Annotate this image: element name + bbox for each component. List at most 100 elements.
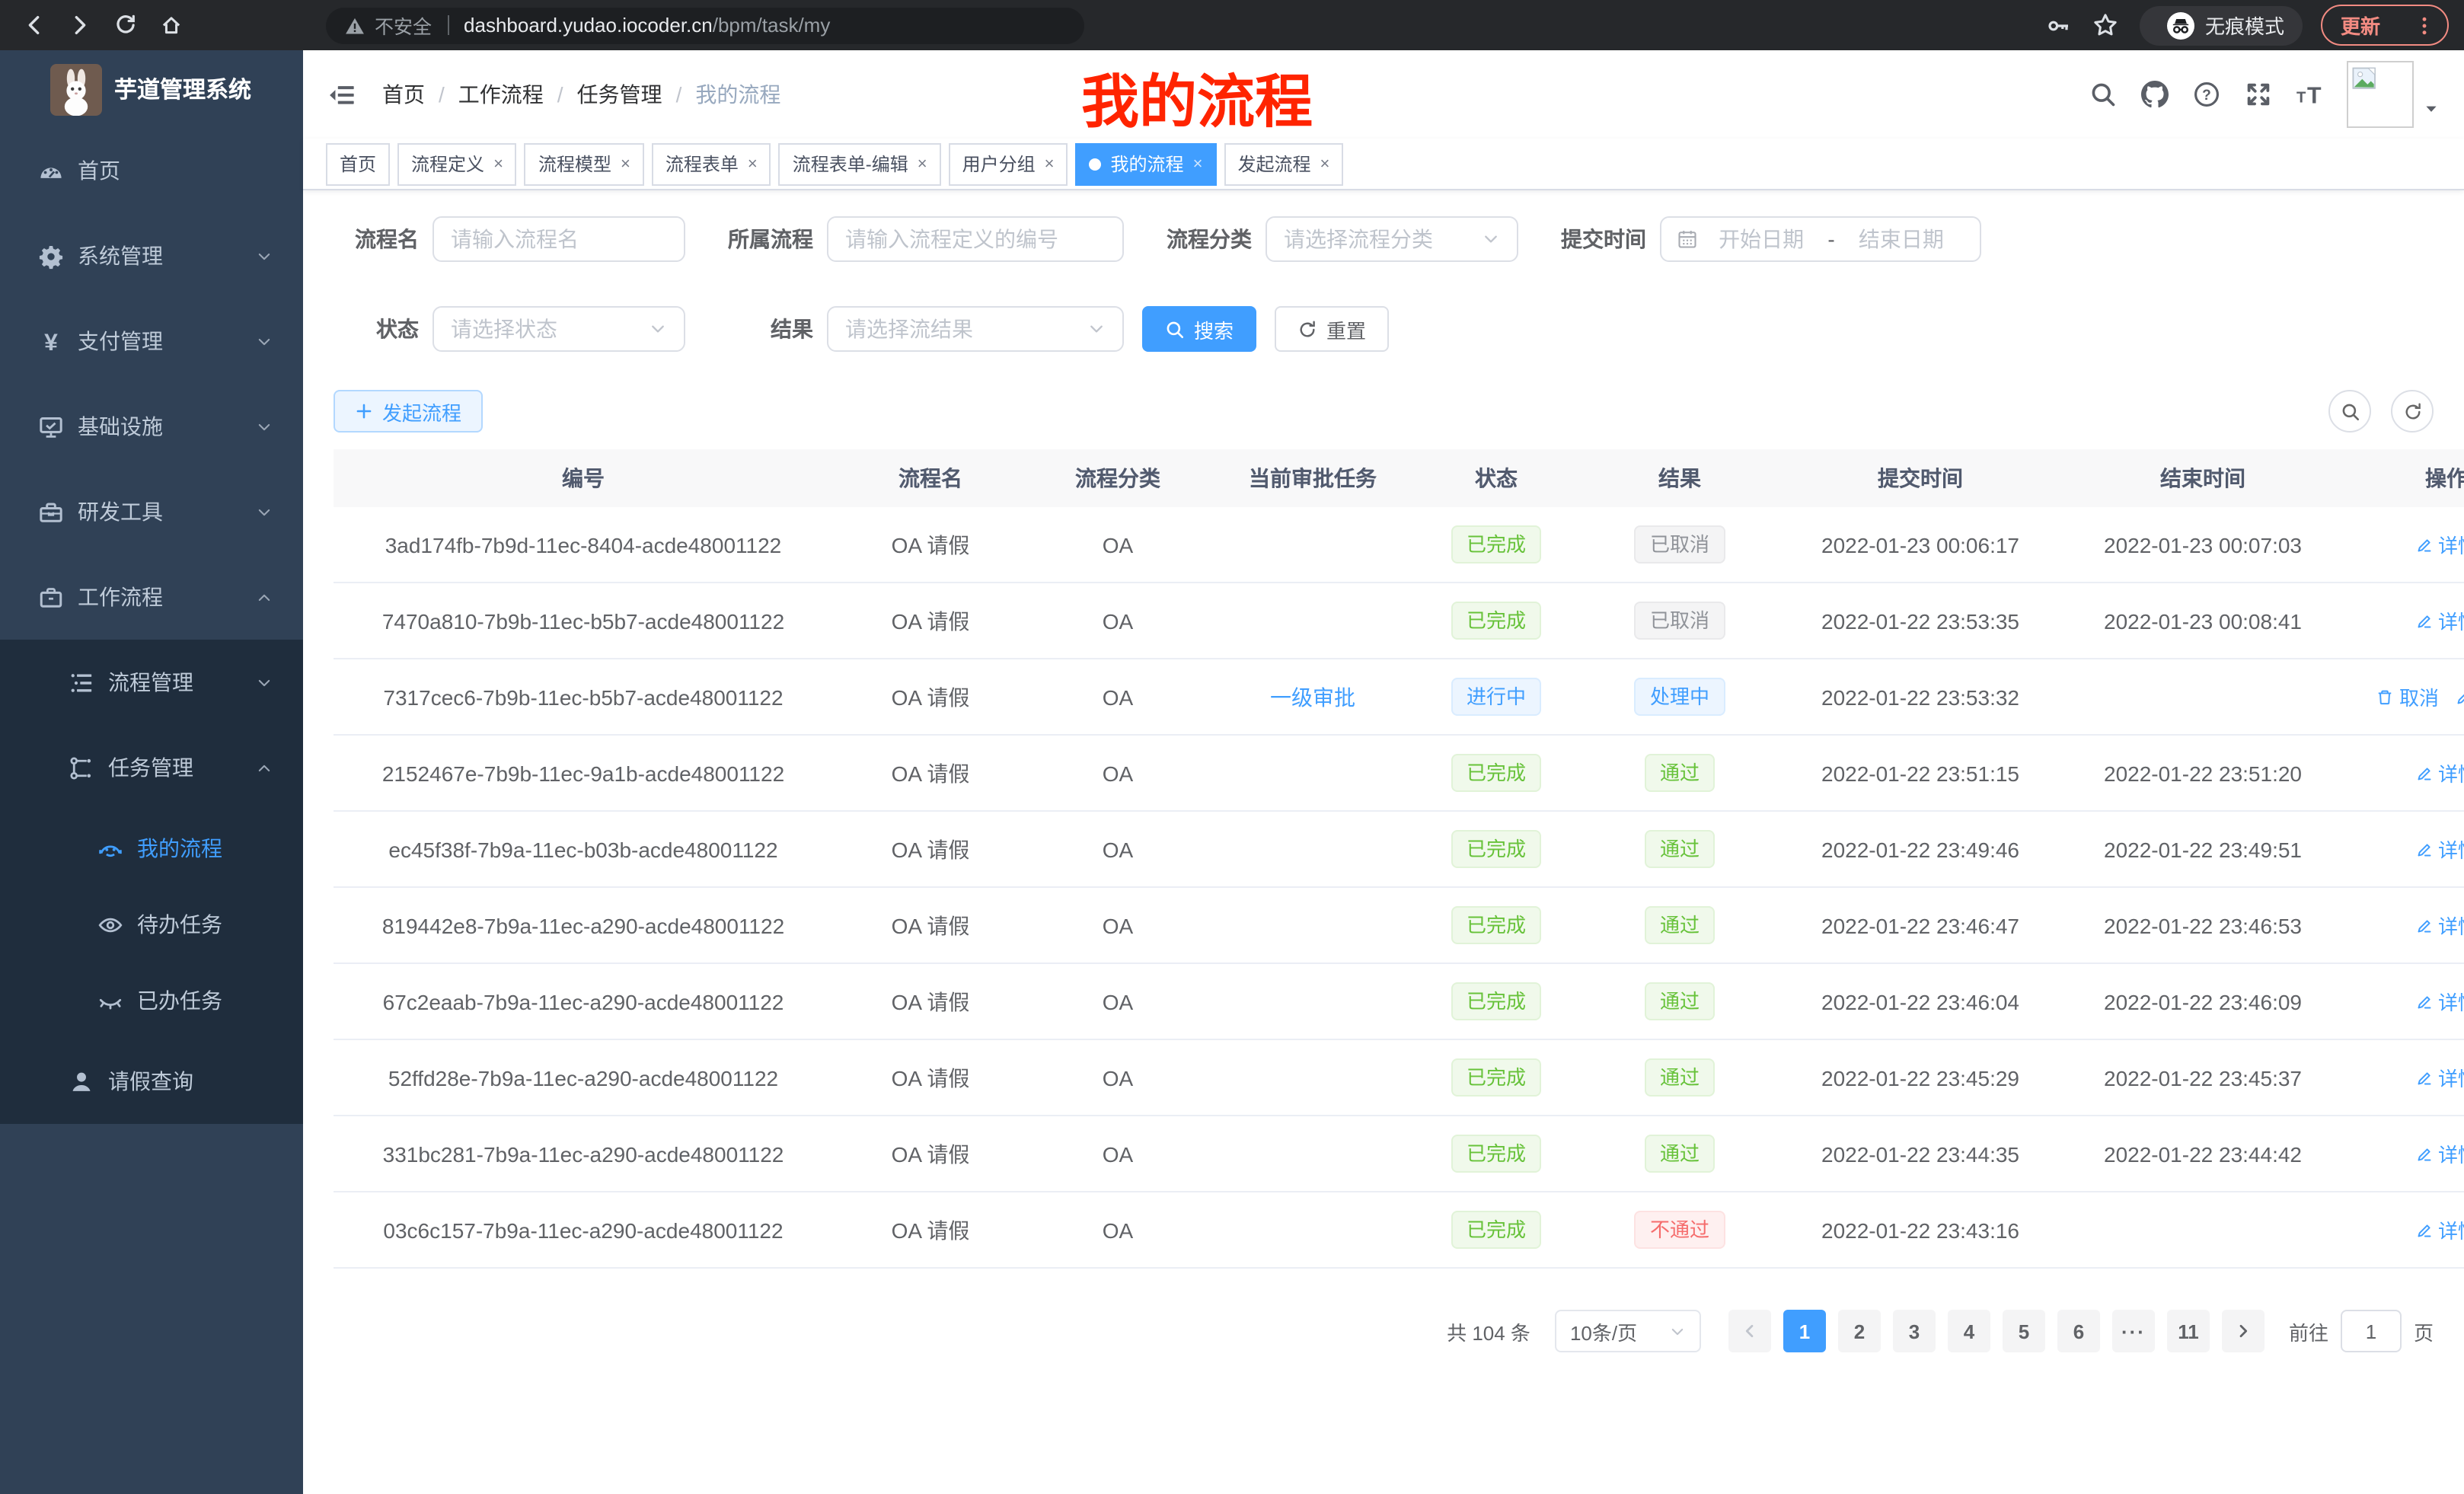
tab-close-icon[interactable]: × [1193,155,1203,173]
page-size-select[interactable]: 10条/页 [1555,1310,1701,1352]
详情-action-link[interactable]: 详情 [2415,1063,2464,1092]
column-header-当前审批任务: 当前审批任务 [1208,449,1418,507]
详情-action-link[interactable]: 详情 [2454,682,2464,711]
header-github-button[interactable] [2137,76,2173,113]
sidebar-item-待办任务[interactable]: 待办任务 [0,886,303,962]
tab-流程表单-编辑[interactable]: 流程表单-编辑× [779,142,941,185]
tab-流程模型[interactable]: 流程模型× [525,142,644,185]
action-label: 详情 [2438,987,2464,1016]
sidebar-item-首页[interactable]: 首页 [0,128,303,213]
chevron-left-icon [1741,1322,1759,1340]
详情-action-link[interactable]: 详情 [2415,1215,2464,1244]
tab-首页[interactable]: 首页 [326,142,390,185]
address-bar[interactable]: 不安全 dashboard.yudao.iocoder.cn/bpm/task/… [326,7,1084,43]
create-process-button[interactable]: 发起流程 [334,390,483,433]
page-ellipsis[interactable]: ··· [2112,1310,2155,1352]
page-button-4[interactable]: 4 [1948,1310,1990,1352]
详情-action-link[interactable]: 详情 [2415,911,2464,940]
forward-button[interactable] [61,6,99,44]
sidebar-item-基础设施[interactable]: 基础设施 [0,384,303,469]
toggle-search-button[interactable] [2328,390,2371,433]
page-button-11[interactable]: 11 [2167,1310,2210,1352]
submit-time-range-picker[interactable]: 开始日期 - 结束日期 [1660,216,1981,262]
tab-我的流程[interactable]: 我的流程× [1076,142,1217,185]
tab-close-icon[interactable]: × [493,155,503,173]
browser-update-button[interactable]: 更新 [2321,5,2449,46]
sidebar-item-我的流程[interactable]: 我的流程 [0,810,303,886]
browser-menu-icon[interactable] [2414,14,2435,36]
sidebar: 芋道管理系统 首页系统管理¥支付管理基础设施研发工具工作流程流程管理任务管理我的… [0,50,303,1494]
sidebar-item-系统管理[interactable]: 系统管理 [0,213,303,298]
page-button-2[interactable]: 2 [1838,1310,1881,1352]
avatar[interactable] [2347,61,2414,128]
sidebar-item-已办任务[interactable]: 已办任务 [0,962,303,1039]
avatar-caret-icon[interactable] [2423,100,2440,117]
tab-close-icon[interactable]: × [918,155,927,173]
详情-action-link[interactable]: 详情 [2415,835,2464,864]
cell-category: OA [1028,1039,1208,1116]
header-help-button[interactable]: ? [2188,76,2225,113]
password-key-icon[interactable] [2047,13,2071,37]
sidebar-item-工作流程[interactable]: 工作流程 [0,554,303,640]
table-row: 3ad174fb-7b9d-11ec-8404-acde48001122OA 请… [334,507,2464,583]
详情-action-link[interactable]: 详情 [2415,987,2464,1016]
tab-用户分组[interactable]: 用户分组 × [949,142,1068,185]
sidebar-item-研发工具[interactable]: 研发工具 [0,469,303,554]
tab-close-icon[interactable]: × [1320,155,1329,173]
result-select[interactable]: 请选择流结果 [827,306,1124,352]
process-name-input[interactable] [432,216,685,262]
reset-button[interactable]: 重置 [1275,306,1389,352]
cell-actions: 详情 [2350,1192,2464,1268]
breadcrumb-item[interactable]: 任务管理 [577,79,662,110]
chevron-down-icon [256,418,273,435]
page-button-5[interactable]: 5 [2003,1310,2045,1352]
cell-current-task [1208,963,1418,1039]
forward-icon [69,14,91,37]
search-button[interactable]: 搜索 [1142,306,1256,352]
详情-action-link[interactable]: 详情 [2415,758,2464,787]
goto-page-input[interactable] [2341,1310,2402,1352]
owner-process-input[interactable] [827,216,1124,262]
refresh-table-button[interactable] [2391,390,2434,433]
tab-close-icon[interactable]: × [621,155,630,173]
sidebar-item-流程管理[interactable]: 流程管理 [0,640,303,725]
category-select[interactable]: 请选择流程分类 [1266,216,1518,262]
header-fontsize-button[interactable]: TT [2292,76,2328,113]
sidebar-item-请假查询[interactable]: 请假查询 [0,1039,303,1124]
详情-action-link[interactable]: 详情 [2415,1139,2464,1168]
详情-action-link[interactable]: 详情 [2415,606,2464,635]
active-tab-dot [1090,158,1102,170]
tab-label: 用户分组 [962,151,1036,177]
sidebar-item-支付管理[interactable]: ¥支付管理 [0,298,303,384]
header-fullscreen-button[interactable] [2240,76,2277,113]
sidebar-toggle-icon[interactable] [327,80,356,109]
app-logo[interactable]: 芋道管理系统 [0,50,303,128]
help-icon: ? [2193,81,2220,108]
page-button-6[interactable]: 6 [2057,1310,2100,1352]
breadcrumb-item[interactable]: 首页 [382,79,425,110]
current-task-link[interactable]: 一级审批 [1270,685,1355,709]
tab-流程定义[interactable]: 流程定义× [397,142,517,185]
breadcrumb-item[interactable]: 工作流程 [458,79,544,110]
tab-发起流程[interactable]: 发起流程× [1224,142,1343,185]
home-button[interactable] [152,6,190,44]
status-select[interactable]: 请选择状态 [432,306,685,352]
header-search-button[interactable] [2085,76,2121,113]
prev-page-button[interactable] [1728,1310,1771,1352]
cell-actions: 详情 [2350,963,2464,1039]
cell-result: 不通过 [1575,1192,1785,1268]
tab-流程表单[interactable]: 流程表单× [652,142,771,185]
取消-action-link[interactable]: 取消 [2376,682,2439,711]
back-button[interactable] [15,6,53,44]
详情-action-link[interactable]: 详情 [2415,530,2464,559]
page-button-3[interactable]: 3 [1893,1310,1936,1352]
back-icon [23,14,46,37]
reload-button[interactable] [107,6,145,44]
tab-close-icon[interactable]: × [1045,155,1055,173]
tab-close-icon[interactable]: × [748,155,758,173]
next-page-button[interactable] [2222,1310,2265,1352]
cell-end-time [2056,1192,2350,1268]
sidebar-item-任务管理[interactable]: 任务管理 [0,725,303,810]
page-button-1[interactable]: 1 [1783,1310,1826,1352]
bookmark-star-icon[interactable] [2092,12,2118,38]
